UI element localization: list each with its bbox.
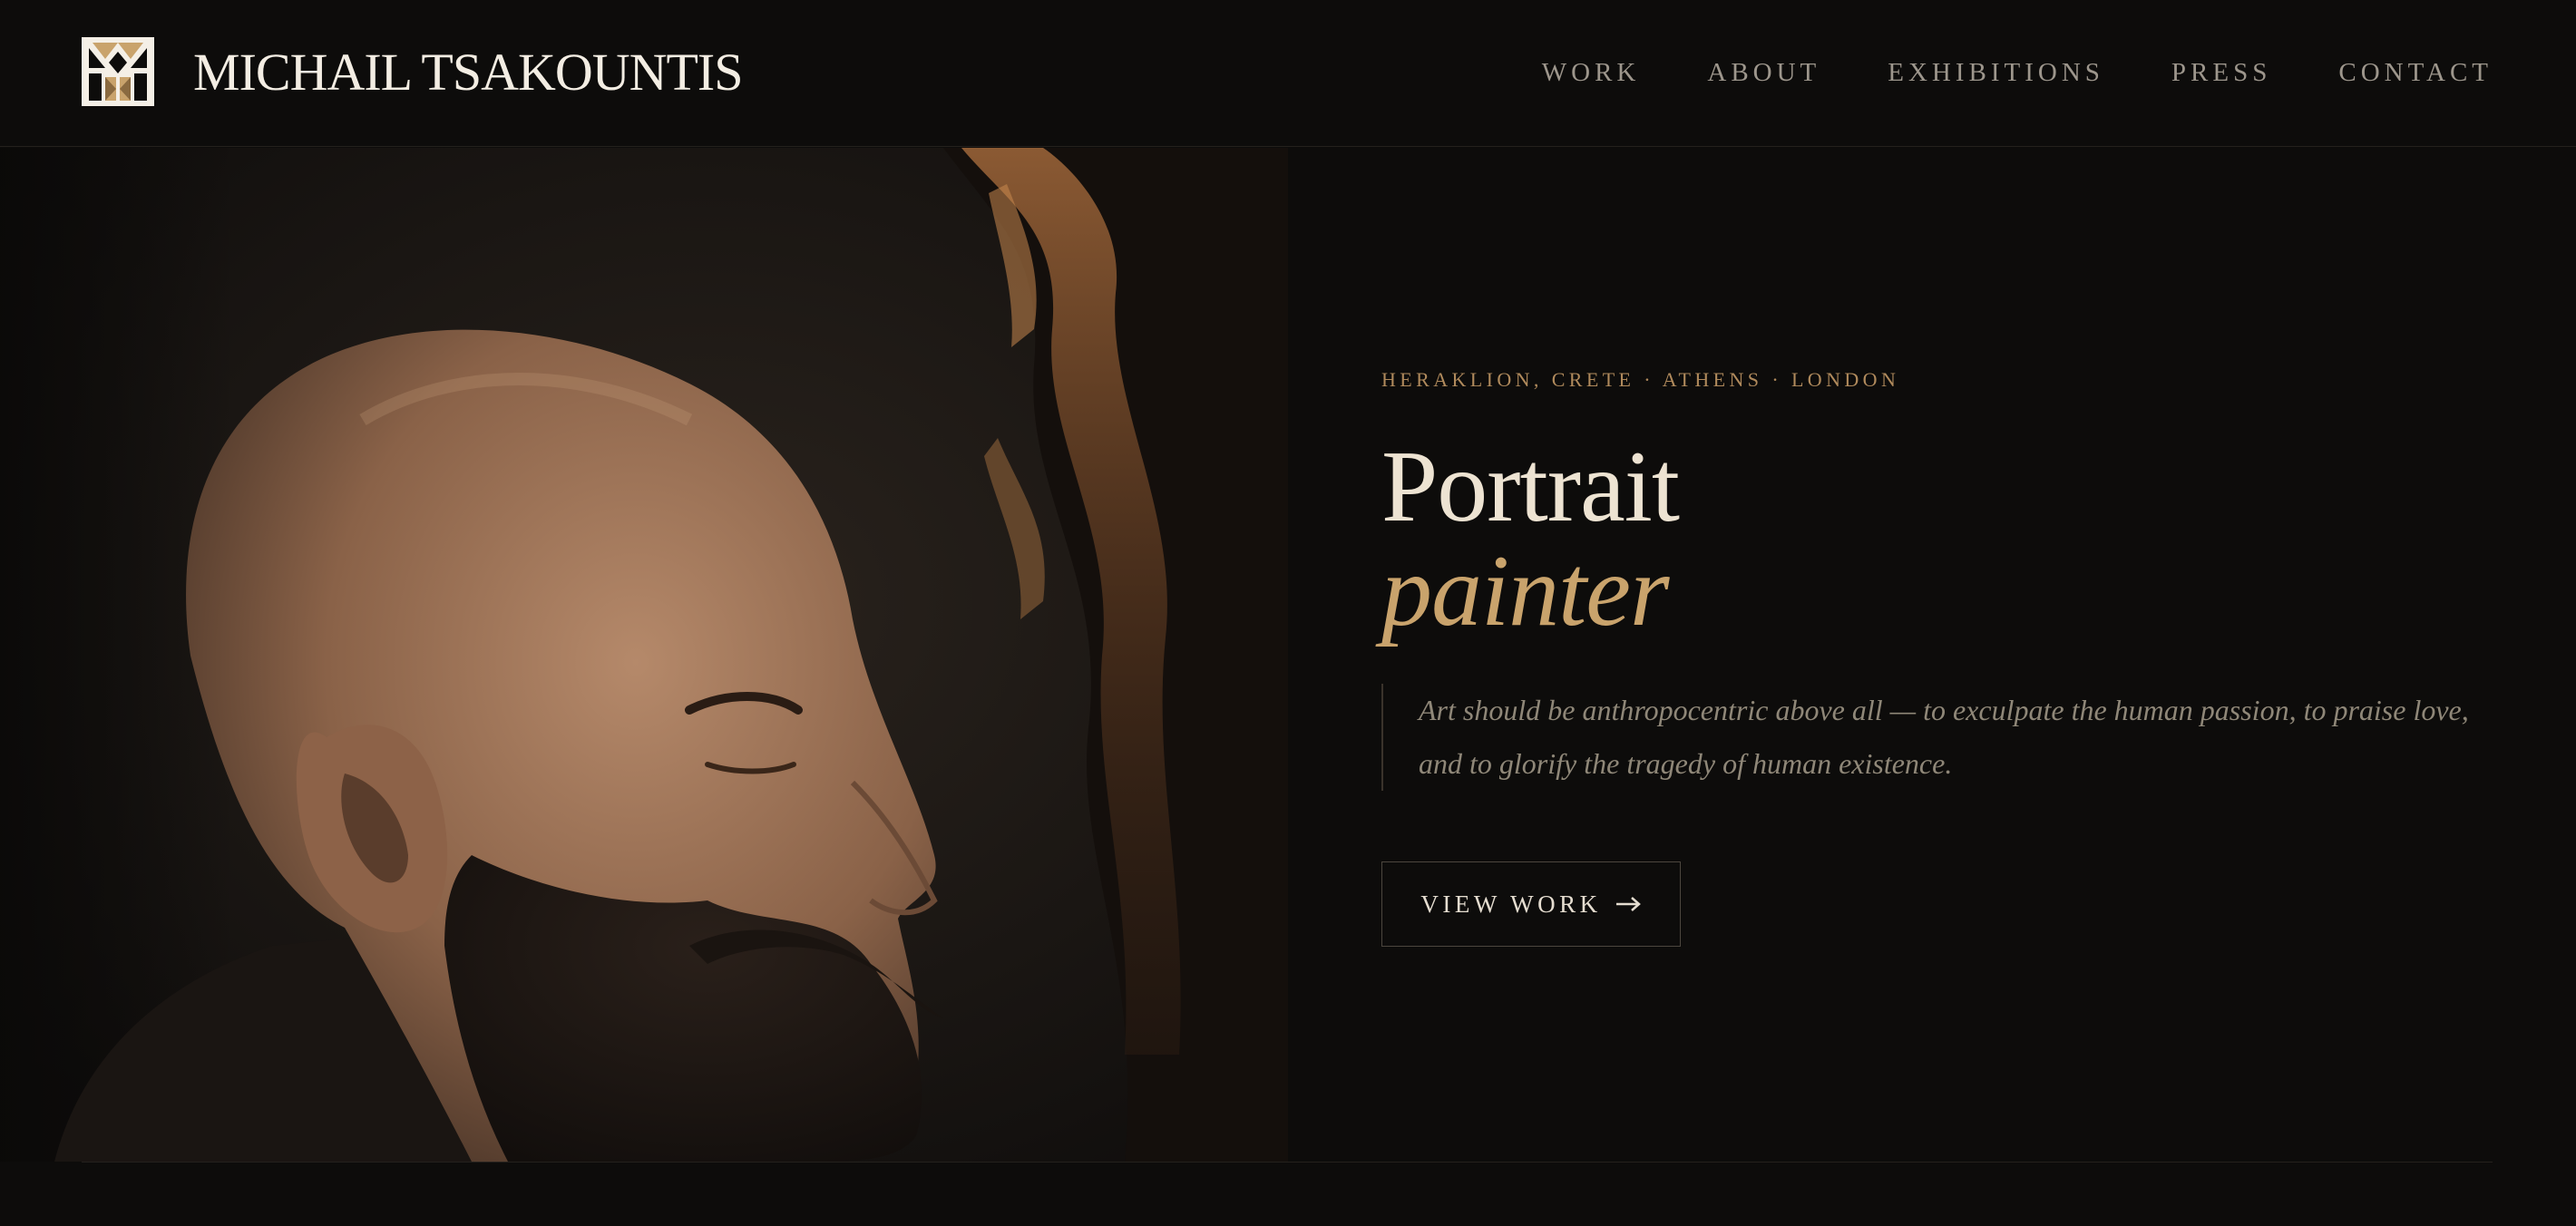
- arrow-right-icon: [1615, 897, 1641, 911]
- hero-text: HERAKLION, CRETE · ATHENS · LONDON Portr…: [1381, 363, 2497, 791]
- view-work-button[interactable]: VIEW WORK: [1381, 861, 1681, 947]
- view-work-label: VIEW WORK: [1420, 890, 1602, 918]
- nav-work[interactable]: WORK: [1542, 56, 1641, 89]
- hero-title-line2: painter: [1381, 535, 1670, 647]
- site-header: MICHAIL TSAKOUNTIS WORK ABOUT EXHIBITION…: [0, 0, 2576, 147]
- nav-press[interactable]: PRESS: [2171, 56, 2271, 89]
- brand-name[interactable]: MICHAIL TSAKOUNTIS: [193, 40, 743, 105]
- section-divider: [82, 1162, 2493, 1163]
- nav-contact[interactable]: CONTACT: [2338, 56, 2493, 89]
- artist-portrait-image: [0, 148, 1288, 1162]
- location-eyebrow: HERAKLION, CRETE · ATHENS · LONDON: [1381, 368, 1900, 391]
- artist-quote: Art should be anthropocentric above all …: [1381, 684, 2498, 791]
- hero-title: Portrait painter: [1381, 431, 2497, 647]
- main-nav: WORK ABOUT EXHIBITIONS PRESS CONTACT: [1542, 56, 2493, 89]
- hero-title-line1: Portrait: [1381, 431, 1680, 543]
- nav-about[interactable]: ABOUT: [1707, 56, 1820, 89]
- mt-monogram-icon[interactable]: [82, 37, 154, 106]
- nav-exhibitions[interactable]: EXHIBITIONS: [1888, 56, 2104, 89]
